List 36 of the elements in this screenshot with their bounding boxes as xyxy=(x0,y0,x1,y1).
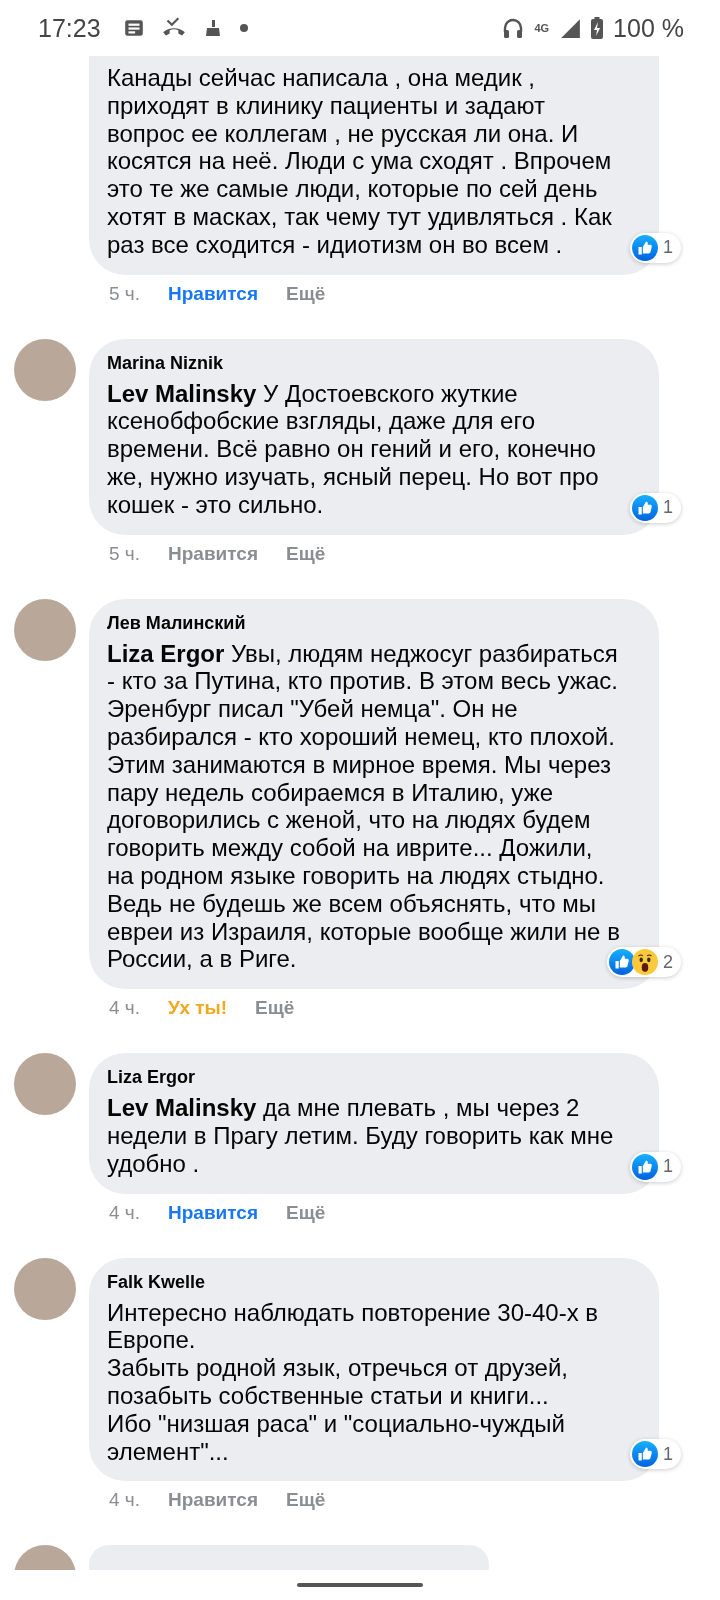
comment-text: Lev Malinsky да мне плевать , мы через 2 недели в Прагу летим. Буду говорить как мне удобно . xyxy=(107,1094,615,1178)
network-type-label: 4G xyxy=(534,22,550,34)
signal-icon xyxy=(559,17,582,39)
like-link[interactable]: Нравится xyxy=(168,1489,258,1512)
battery-percent: 100 % xyxy=(613,13,684,43)
battery-charging-icon xyxy=(591,16,604,40)
comment-author[interactable]: Лев Малинский xyxy=(107,612,623,634)
comment-time: 4 ч. xyxy=(109,997,141,1020)
reaction-badge[interactable]: 1 xyxy=(630,1439,681,1470)
comment-time: 5 ч. xyxy=(109,282,141,305)
clock-time: 17:23 xyxy=(38,13,101,43)
comment-text: Интересно наблюдать повторение 30-40-х в Европе. Забыть родной язык, отречься от друзей, позабыть собственные статьи и книги... Ибо "низшая раса" и "социально-чуждый элемент"... xyxy=(107,1298,600,1466)
like-link[interactable]: Нравится xyxy=(168,282,258,305)
like-link[interactable]: Нравится xyxy=(168,1201,258,1224)
more-link[interactable]: Ещё xyxy=(286,282,326,305)
comment-author[interactable]: Falk Kwelle xyxy=(107,1271,623,1293)
comment-time: 4 ч. xyxy=(109,1201,141,1224)
headphones-icon xyxy=(502,16,525,40)
reaction-badge[interactable]: 2 xyxy=(607,947,681,978)
like-link[interactable]: Нравится xyxy=(168,542,258,565)
comment-author[interactable]: Liza Ergor xyxy=(107,1067,623,1089)
reaction-badge[interactable]: 1 xyxy=(630,232,681,263)
more-link[interactable]: Ещё xyxy=(286,542,326,565)
comment-text: Канады сейчас написала , она медик , приходят в клинику пациенты и задают вопрос ее коллегам , не русская ли она. И косятся на неё. Люди с ума сходят . Впрочем это те же самые люди, которые по сей день хотят в масках, так чему тут удивляться . Как раз все сходится - идиотизм он во всем . xyxy=(107,64,613,259)
reaction-badge[interactable]: 1 xyxy=(630,1151,681,1182)
comment-time: 5 ч. xyxy=(109,542,141,565)
navigation-handle[interactable] xyxy=(297,1583,423,1587)
comment-text: Lev Malinsky У Достоевского жуткие ксенобфобские взгляды, даже для его времени. Всё равно он гений и его, конечно же, нужно изучать, ясный перец. Но вот про кошек - это сильно. xyxy=(107,379,600,519)
dot-icon xyxy=(238,23,249,33)
comment-time: 4 ч. xyxy=(109,1489,141,1512)
reaction-badge[interactable]: 1 xyxy=(630,492,681,523)
news-notification-icon xyxy=(122,17,145,39)
more-link[interactable]: Ещё xyxy=(286,1201,326,1224)
more-link[interactable]: Ещё xyxy=(255,997,295,1020)
comment-author[interactable]: Marina Niznik xyxy=(107,352,623,374)
more-link[interactable]: Ещё xyxy=(286,1489,326,1512)
